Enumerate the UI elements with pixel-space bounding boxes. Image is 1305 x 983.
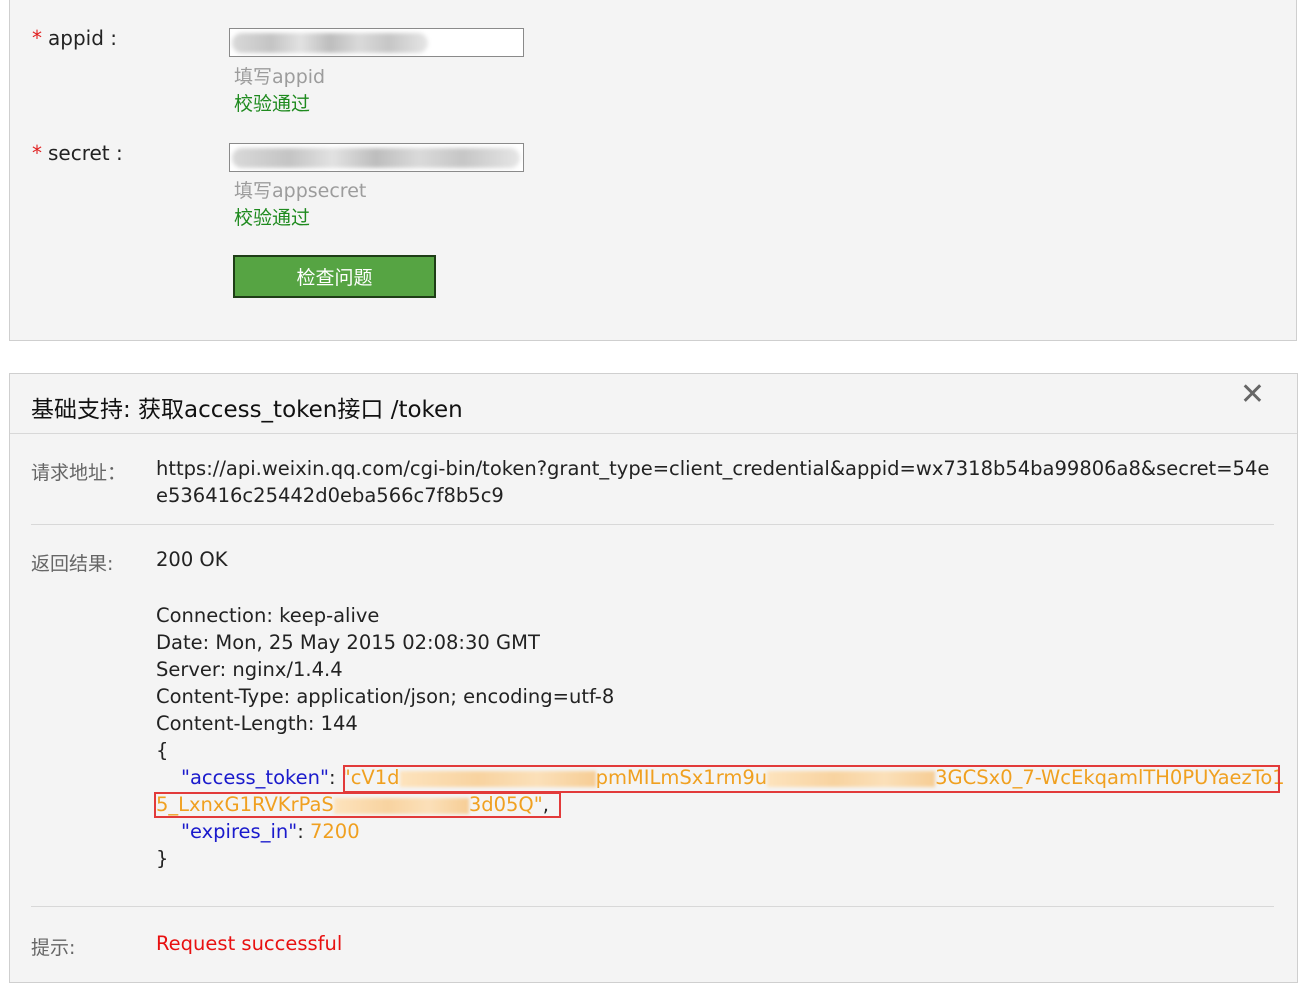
json-open-brace: { (156, 739, 169, 762)
json-key-expires-in: "expires_in" (181, 820, 298, 843)
secret-hint: 填写appsecret (234, 180, 367, 202)
appid-status: 校验通过 (234, 93, 311, 115)
secret-label-text: secret : (48, 141, 123, 165)
divider (31, 524, 1274, 525)
token-highlight-box (154, 792, 561, 818)
tip-label: 提示: (31, 937, 76, 959)
close-icon[interactable]: ✕ (1240, 380, 1265, 410)
response-headers: Connection: keep-alive Date: Mon, 25 May… (156, 602, 1285, 872)
result-panel: 基础支持: 获取access_token接口 /token ✕ 请求地址： ht… (9, 373, 1298, 983)
header-line: Server: nginx/1.4.4 (156, 658, 343, 681)
redacted-value (232, 33, 428, 53)
secret-status: 校验通过 (234, 207, 311, 229)
secret-label: * secret : (32, 141, 123, 165)
secret-input[interactable] (229, 143, 524, 172)
token-highlight-box (343, 765, 1280, 793)
tip-message: Request successful (156, 932, 343, 955)
check-problem-button[interactable]: 检查问题 (233, 255, 436, 298)
appid-hint: 填写appid (234, 66, 326, 88)
header-line: Content-Type: application/json; encoding… (156, 685, 615, 708)
response-label: 返回结果: (31, 553, 114, 575)
json-close-brace: } (156, 847, 169, 870)
response-status: 200 OK (156, 548, 228, 571)
header-line: Content-Length: 144 (156, 712, 358, 735)
redacted-value (232, 148, 520, 168)
json-expires-value: 7200 (309, 820, 360, 843)
json-key-access-token: "access_token" (181, 766, 329, 789)
request-url-label: 请求地址： (31, 462, 127, 484)
request-url: https://api.weixin.qq.com/cgi-bin/token?… (156, 457, 1270, 507)
required-mark: * (32, 26, 42, 50)
appid-label-text: appid : (48, 26, 117, 50)
header-line: Connection: keep-alive (156, 604, 380, 627)
json-expires-line: "expires_in": 7200 (181, 820, 360, 843)
credentials-form: * appid : 填写appid 校验通过 * secret : 填写appsec… (9, 0, 1297, 341)
appid-label: * appid : (32, 26, 117, 50)
appid-input[interactable] (229, 28, 524, 57)
required-mark: * (32, 141, 42, 165)
header-line: Date: Mon, 25 May 2015 02:08:30 GMT (156, 631, 540, 654)
result-title: 基础支持: 获取access_token接口 /token (31, 397, 463, 423)
divider (31, 906, 1274, 907)
result-header: 基础支持: 获取access_token接口 /token ✕ (10, 374, 1297, 434)
